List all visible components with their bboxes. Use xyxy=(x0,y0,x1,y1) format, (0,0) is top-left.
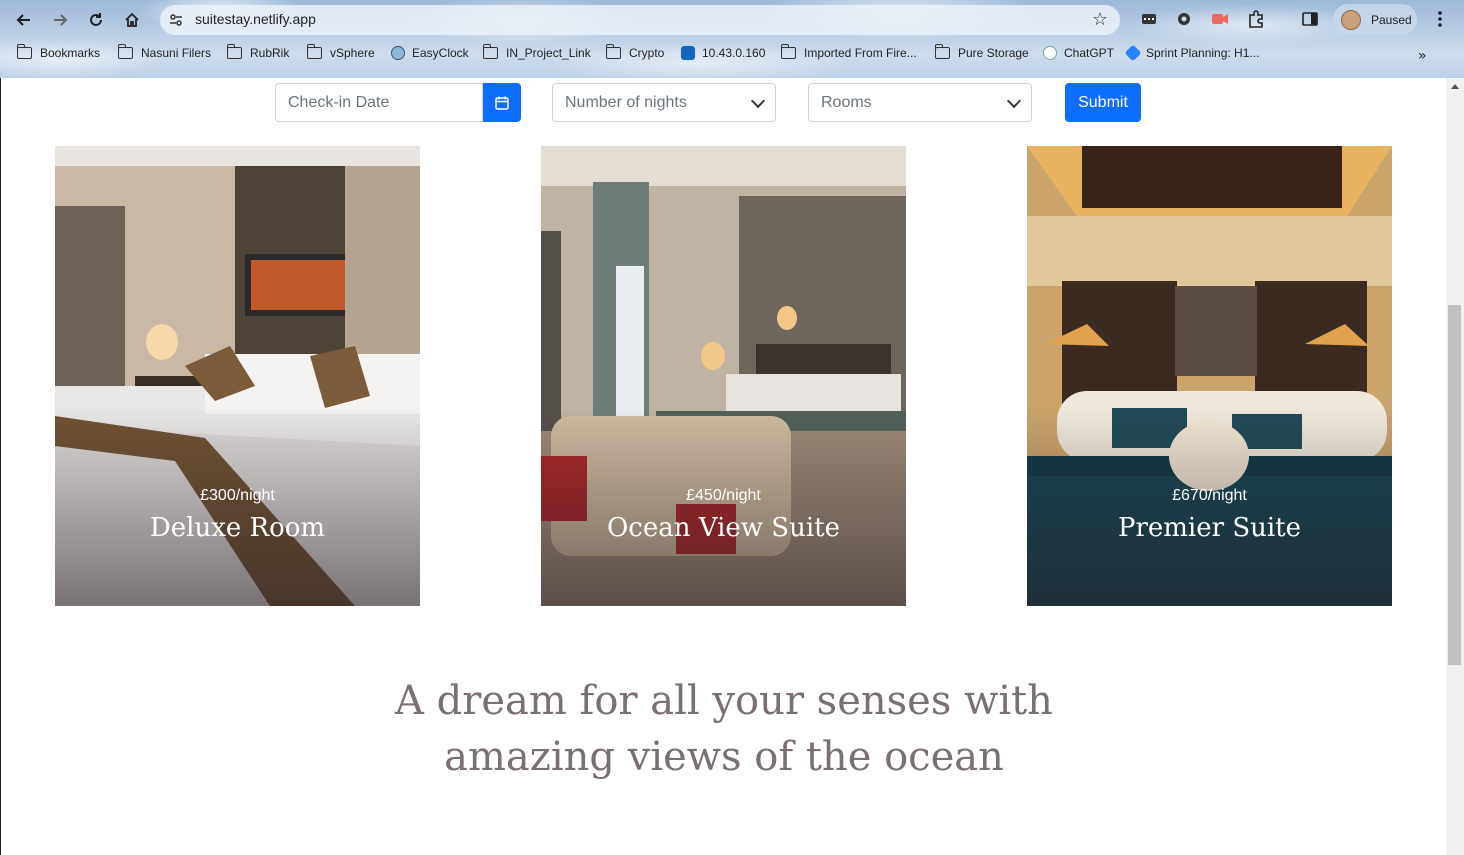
record-icon[interactable] xyxy=(1209,8,1231,30)
submit-button[interactable]: Submit xyxy=(1065,83,1141,122)
scrollbar-thumb[interactable] xyxy=(1448,305,1461,665)
bookmark-item[interactable]: ChatGPT xyxy=(1043,46,1114,60)
room-card-premier[interactable]: £670/night Premier Suite xyxy=(1027,146,1392,606)
extension-icon[interactable] xyxy=(1138,8,1160,30)
room-price: £670/night xyxy=(1172,487,1247,504)
page-content: Check-in Date Number of nights Rooms Sub… xyxy=(0,78,1446,855)
address-bar[interactable]: suitestay.netlify.app ☆ xyxy=(160,5,1120,35)
clock-icon xyxy=(391,46,405,60)
reload-icon[interactable] xyxy=(84,8,108,32)
room-price: £450/night xyxy=(686,487,761,504)
calendar-icon xyxy=(495,96,509,110)
avatar xyxy=(1341,9,1361,30)
bookmark-item[interactable]: Nasuni Filers xyxy=(117,44,211,60)
card-overlay xyxy=(541,406,906,606)
folder-icon xyxy=(117,44,133,59)
browser-menu-icon[interactable] xyxy=(1429,8,1451,30)
side-panel-icon[interactable] xyxy=(1299,8,1321,30)
jira-icon xyxy=(1124,44,1142,62)
page-tagline: A dream for all your senses with amazing… xyxy=(395,678,1053,780)
card-overlay xyxy=(1027,406,1392,606)
more-bookmarks-icon[interactable]: » xyxy=(1418,48,1427,64)
forward-icon[interactable] xyxy=(48,8,72,32)
folder-icon xyxy=(780,44,796,59)
bookmark-item[interactable]: Crypto xyxy=(605,44,664,60)
q-icon xyxy=(681,46,695,60)
bookmark-item[interactable]: Imported From Fire... xyxy=(780,44,917,60)
calendar-button[interactable] xyxy=(483,83,521,122)
profile-status: Paused xyxy=(1371,12,1412,27)
chatgpt-icon xyxy=(1043,46,1057,60)
bookmark-star-icon[interactable]: ☆ xyxy=(1092,9,1108,30)
chevron-down-icon xyxy=(1006,93,1022,109)
site-info-icon[interactable] xyxy=(168,12,184,28)
room-name: Premier Suite xyxy=(1117,513,1302,543)
room-name: Deluxe Room xyxy=(149,513,326,543)
checkin-date-input[interactable]: Check-in Date xyxy=(275,83,483,122)
room-name: Ocean View Suite xyxy=(606,513,841,543)
folder-icon xyxy=(226,44,242,59)
card-overlay xyxy=(55,406,420,606)
settings-gear-icon[interactable] xyxy=(1173,8,1195,30)
folder-icon xyxy=(605,44,621,59)
bookmark-item[interactable]: EasyClock xyxy=(391,46,469,60)
folder-icon xyxy=(306,44,322,59)
room-card-ocean-view[interactable]: £450/night Ocean View Suite xyxy=(541,146,906,606)
back-icon[interactable] xyxy=(12,8,36,32)
profile-button[interactable]: Paused xyxy=(1333,4,1417,35)
bookmark-item[interactable]: Sprint Planning: H1... xyxy=(1124,44,1259,62)
bookmark-item[interactable]: Pure Storage xyxy=(934,44,1029,60)
bookmark-item[interactable]: 10.43.0.160 xyxy=(681,46,765,60)
home-icon[interactable] xyxy=(120,8,144,32)
room-card-deluxe[interactable]: £300/night Deluxe Room xyxy=(55,146,420,606)
nights-select[interactable]: Number of nights xyxy=(552,83,776,122)
browser-chrome: suitestay.netlify.app ☆ Paused Bookmarks… xyxy=(0,0,1464,78)
url-text: suitestay.netlify.app xyxy=(195,11,316,27)
page-scrollbar[interactable] xyxy=(1446,78,1464,855)
extensions-puzzle-icon[interactable] xyxy=(1245,8,1267,30)
folder-icon xyxy=(482,44,498,59)
bookmark-item[interactable]: RubRik xyxy=(226,44,289,60)
folder-icon xyxy=(934,44,950,59)
bookmarks-bar: Bookmarks Nasuni Filers RubRik vSphere E… xyxy=(0,44,1464,68)
scroll-up-arrow-icon[interactable] xyxy=(1451,84,1459,89)
room-price: £300/night xyxy=(200,487,275,504)
rooms-select[interactable]: Rooms xyxy=(808,83,1032,122)
folder-icon xyxy=(16,44,32,59)
bookmark-item[interactable]: IN_Project_Link xyxy=(482,44,591,60)
bookmark-item[interactable]: vSphere xyxy=(306,44,375,60)
chevron-down-icon xyxy=(750,93,766,109)
bookmark-item[interactable]: Bookmarks xyxy=(16,44,100,60)
